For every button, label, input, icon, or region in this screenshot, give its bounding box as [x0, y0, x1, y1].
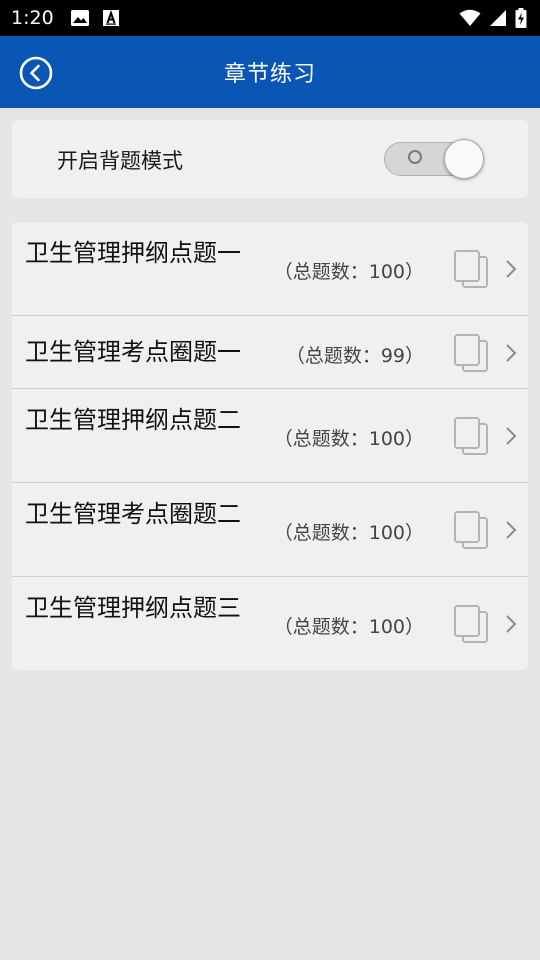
chapter-title: 卫生管理押纲点题三	[25, 594, 241, 622]
status-bar: 1:20	[0, 0, 540, 36]
copy-icon	[454, 334, 488, 372]
recite-mode-toggle[interactable]	[384, 139, 484, 179]
chevron-right-icon	[506, 427, 517, 445]
chapter-item-5[interactable]: 卫生管理押纲点题三 （总题数：100）	[12, 577, 528, 670]
wifi-icon	[459, 9, 481, 26]
chevron-right-icon	[506, 260, 517, 278]
toggle-thumb	[444, 139, 484, 179]
chapter-item-3[interactable]: 卫生管理押纲点题二 （总题数：100）	[12, 389, 528, 483]
recite-mode-label: 开启背题模式	[57, 149, 183, 173]
status-system-icons	[459, 8, 527, 28]
chapter-item-1[interactable]: 卫生管理押纲点题一 （总题数：100）	[12, 222, 528, 316]
chapter-question-count: （总题数：100）	[273, 522, 424, 544]
chapter-item-4[interactable]: 卫生管理考点圈题二 （总题数：100）	[12, 483, 528, 577]
battery-charging-icon	[515, 8, 527, 28]
chapter-list: 卫生管理押纲点题一 （总题数：100） 卫生管理考点圈题一 （总题数：99） 卫…	[12, 222, 528, 670]
chapter-title: 卫生管理押纲点题二	[25, 406, 241, 434]
recite-mode-card: 开启背题模式	[12, 120, 528, 198]
chapter-item-2[interactable]: 卫生管理考点圈题一 （总题数：99）	[12, 316, 528, 389]
signal-icon	[490, 10, 506, 26]
chapter-title: 卫生管理押纲点题一	[25, 239, 241, 267]
copy-icon	[454, 511, 488, 549]
copy-icon	[454, 605, 488, 643]
status-time: 1:20	[11, 7, 54, 29]
chapter-title: 卫生管理考点圈题一	[25, 338, 241, 366]
status-notification-icons	[70, 9, 120, 27]
chapter-question-count: （总题数：100）	[273, 428, 424, 450]
chapter-question-count: （总题数：100）	[273, 616, 424, 638]
chapter-title: 卫生管理考点圈题二	[25, 500, 241, 528]
image-icon	[70, 10, 89, 26]
chevron-right-icon	[506, 344, 517, 362]
chapter-question-count: （总题数：99）	[285, 345, 424, 367]
copy-icon	[454, 417, 488, 455]
chevron-right-icon	[506, 615, 517, 633]
chevron-right-icon	[506, 521, 517, 539]
page-title: 章节练习	[223, 62, 316, 87]
chapter-question-count: （总题数：100）	[273, 261, 424, 283]
font-a-icon	[102, 9, 119, 26]
toggle-off-indicator-icon	[408, 150, 422, 164]
back-circle-icon	[19, 56, 53, 90]
app-bar: 章节练习	[0, 36, 540, 108]
copy-icon	[454, 250, 488, 288]
back-button[interactable]	[19, 56, 53, 90]
